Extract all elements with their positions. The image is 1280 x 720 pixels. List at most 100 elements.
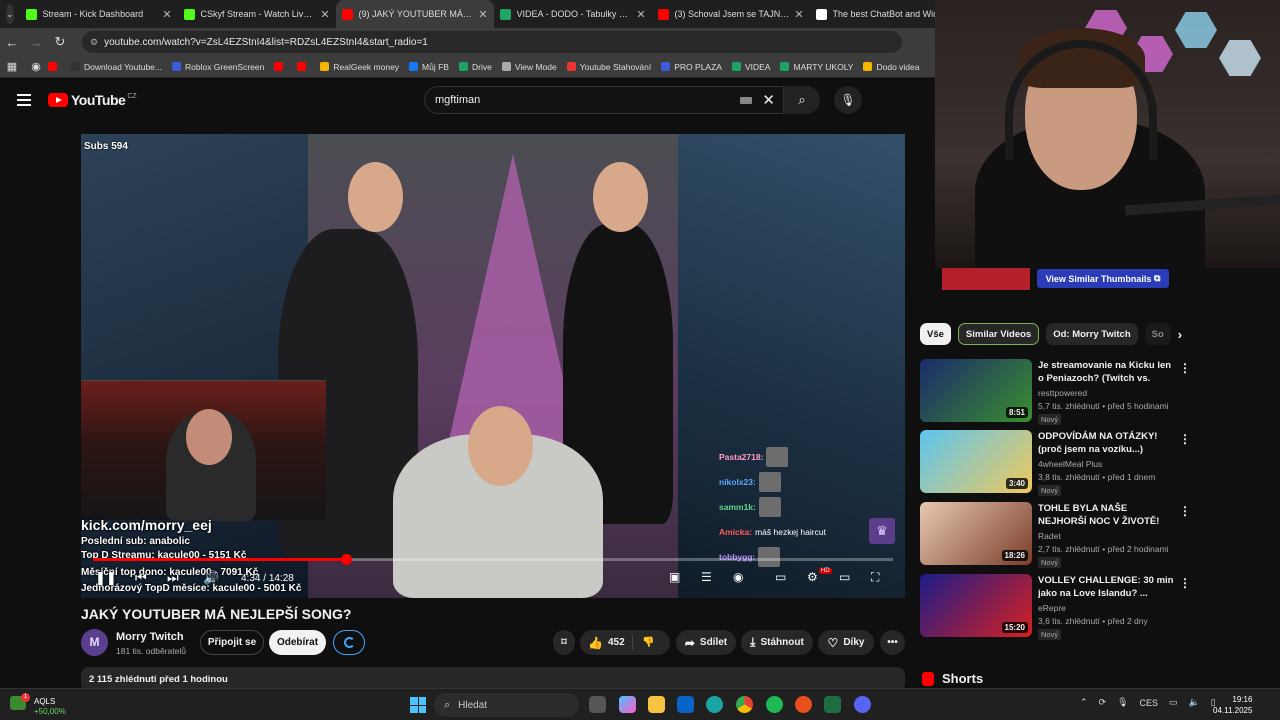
video-thumbnail[interactable]: 3:40 [920,430,1032,493]
theater-mode-icon[interactable]: ▭ [839,570,850,584]
outlook-icon[interactable] [677,696,694,713]
obs-icon[interactable] [795,696,812,713]
close-tab-icon[interactable]: ✕ [478,8,487,21]
video-title[interactable]: VOLLEY CHALLENGE: 30 min jako na Love Is… [1038,574,1176,600]
spotify-icon[interactable] [766,696,783,713]
more-vert-icon[interactable]: ⋮ [1179,361,1191,375]
video-channel[interactable]: Radet [1038,531,1061,541]
browser-tab[interactable]: (9) JAKÝ YOUTUBER MÁ NEJLEPŠÍ SONG?✕ [335,0,494,28]
subtitles-icon[interactable]: ▭ [775,570,786,584]
browser-tab[interactable]: (3) Schoval Jsem se TAJNĚ do V✕ [652,0,810,28]
notification-bell-button[interactable] [333,630,365,655]
speaker-icon[interactable]: 🔈 [1189,697,1200,708]
more-vert-icon[interactable]: ⋮ [1179,504,1191,518]
search-input[interactable]: mgftiman ✕ [424,86,784,114]
browser-tab[interactable]: CSkyf Stream - Watch Live on Kick✕ [178,0,336,28]
bookmark-item[interactable] [48,62,61,71]
chrome-icon[interactable]: ◉ [24,60,48,73]
save-button[interactable]: ⌑ [553,630,575,655]
view-similar-thumbnails-button[interactable]: View Similar Thumbnails ⧉ [1037,269,1169,288]
tab-search-icon[interactable]: ⌄ [6,4,14,24]
channel-name[interactable]: Morry Twitch [116,631,184,643]
clear-search-icon[interactable]: ✕ [762,91,775,109]
pause-icon[interactable]: ❚❚ [95,570,117,586]
channel-avatar[interactable]: M [81,629,108,656]
thumbnail-icon[interactable]: ▣ [669,570,680,584]
more-vert-icon[interactable]: ⋮ [1179,576,1191,590]
bookmark-item[interactable]: RealGeek money [320,62,399,72]
bookmark-item[interactable]: Drive [458,62,492,72]
voice-search-button[interactable]: 🎙 [834,86,862,114]
bookmark-item[interactable]: Youtube Stahování [566,62,651,72]
shorts-header[interactable]: Shorts [922,671,983,686]
video-thumbnail[interactable]: 15:20 [920,574,1032,637]
taskbar-search[interactable]: ⌕ Hledat [434,693,579,717]
chapters-icon[interactable]: ☰ [701,570,712,584]
edge-icon[interactable] [706,696,723,713]
browser-tab[interactable]: Stream - Kick Dashboard ✕ [20,0,178,28]
copilot-icon[interactable] [619,696,636,713]
thanks-button[interactable]: ♡ Díky [818,630,874,655]
bookmark-item[interactable]: MARTY UKOLY [780,62,853,72]
video-thumbnail[interactable]: 18:26 [920,502,1032,565]
subscribe-button[interactable]: Odebírat [269,630,326,655]
like-button[interactable]: 👍 452 👎 [580,630,670,655]
fullscreen-icon[interactable]: ⛶ [871,570,879,585]
video-channel[interactable]: 4wheelMeal Plus [1038,459,1102,469]
join-button[interactable]: Připojit se [200,630,264,655]
video-channel[interactable]: eRepre [1038,603,1066,613]
keyboard-icon[interactable] [740,96,753,104]
recommended-video[interactable]: 15:20 VOLLEY CHALLENGE: 30 min jako na Lo… [920,574,1191,640]
bookmark-item[interactable]: Dodo videa [863,62,920,72]
recommended-video[interactable]: 3:40 ODPOVÍDÁM NA OTÁZKY! (proč jsem na v… [920,430,1191,496]
thumbs-down-icon[interactable]: 👎 [642,637,654,648]
file-explorer-icon[interactable] [648,696,665,713]
chip-all[interactable]: Vše [920,323,951,345]
search-button[interactable]: ⌕ [784,86,820,114]
bookmark-item[interactable]: Download Youtube... [71,62,162,72]
volume-icon[interactable]: 🔊 [203,570,219,586]
video-title[interactable]: TOHLE BYLA NAŠE NEJHORŠÍ NOC V ŽIVOTĚ! [1038,502,1176,528]
task-view-icon[interactable] [589,696,606,713]
close-tab-icon[interactable]: ✕ [162,8,171,21]
bookmark-item[interactable]: Můj FB [409,62,449,72]
youtube-logo[interactable]: YouTube CZ [48,92,137,108]
progress-scrubber[interactable] [340,554,352,565]
bookmark-item[interactable] [297,62,310,71]
close-tab-icon[interactable]: ✕ [636,8,645,21]
chevron-right-icon[interactable]: › [1178,327,1182,342]
bookmark-item[interactable]: Roblox GreenScreen [171,62,264,72]
bookmark-item[interactable]: PRO PLAZA [661,62,722,72]
browser-tab[interactable]: VIDEA - DODO - Tabulky Google✕ [494,0,652,28]
more-actions-button[interactable]: ••• [880,630,905,655]
recommended-video[interactable]: 8:51 Je streamovanie na Kicku len o Penia… [920,359,1191,425]
bookmark-item[interactable]: VIDEA [731,62,770,72]
chip-from-channel[interactable]: Od: Morry Twitch [1046,323,1138,345]
language-indicator[interactable]: CES [1140,698,1159,708]
video-title[interactable]: Je streamovanie na Kicku len o Peniazoch… [1038,359,1176,386]
menu-icon[interactable] [17,94,31,106]
more-vert-icon[interactable]: ⋮ [1179,432,1191,446]
screenshot-icon[interactable]: ◉ [733,570,743,584]
close-tab-icon[interactable]: ✕ [794,8,803,21]
video-player[interactable]: Subs 594 kick.com/morry_eej Poslední sub… [81,134,905,598]
bookmark-item[interactable]: View Mode [501,62,557,72]
chevron-up-icon[interactable]: ⌃ [1080,697,1088,708]
discord-icon[interactable] [854,696,871,713]
clock[interactable]: 19:16 04.11.2025 [1213,694,1252,716]
apps-grid-icon[interactable]: ▦ [0,60,24,73]
chrome-taskbar-icon[interactable] [736,696,753,713]
windows-start-icon[interactable] [410,697,426,713]
share-button[interactable]: ➦ Sdílet [676,630,736,655]
video-channel[interactable]: resttpowered [1038,388,1087,398]
video-thumbnail[interactable]: 8:51 [920,359,1032,422]
progress-bar[interactable] [93,554,893,565]
chip-similar-videos[interactable]: Similar Videos [957,323,1040,345]
excel-icon[interactable] [824,696,841,713]
bookmark-item[interactable] [274,62,287,71]
network-icon[interactable]: ▭ [1169,697,1178,708]
download-button[interactable]: ⤓ Stáhnout [741,630,813,655]
video-title[interactable]: ODPOVÍDÁM NA OTÁZKY! (proč jsem na vozík… [1038,430,1176,456]
recommended-video[interactable]: 18:26 TOHLE BYLA NAŠE NEJHORŠÍ NOC V ŽIVO… [920,502,1191,568]
forward-icon[interactable]: → [24,35,48,50]
